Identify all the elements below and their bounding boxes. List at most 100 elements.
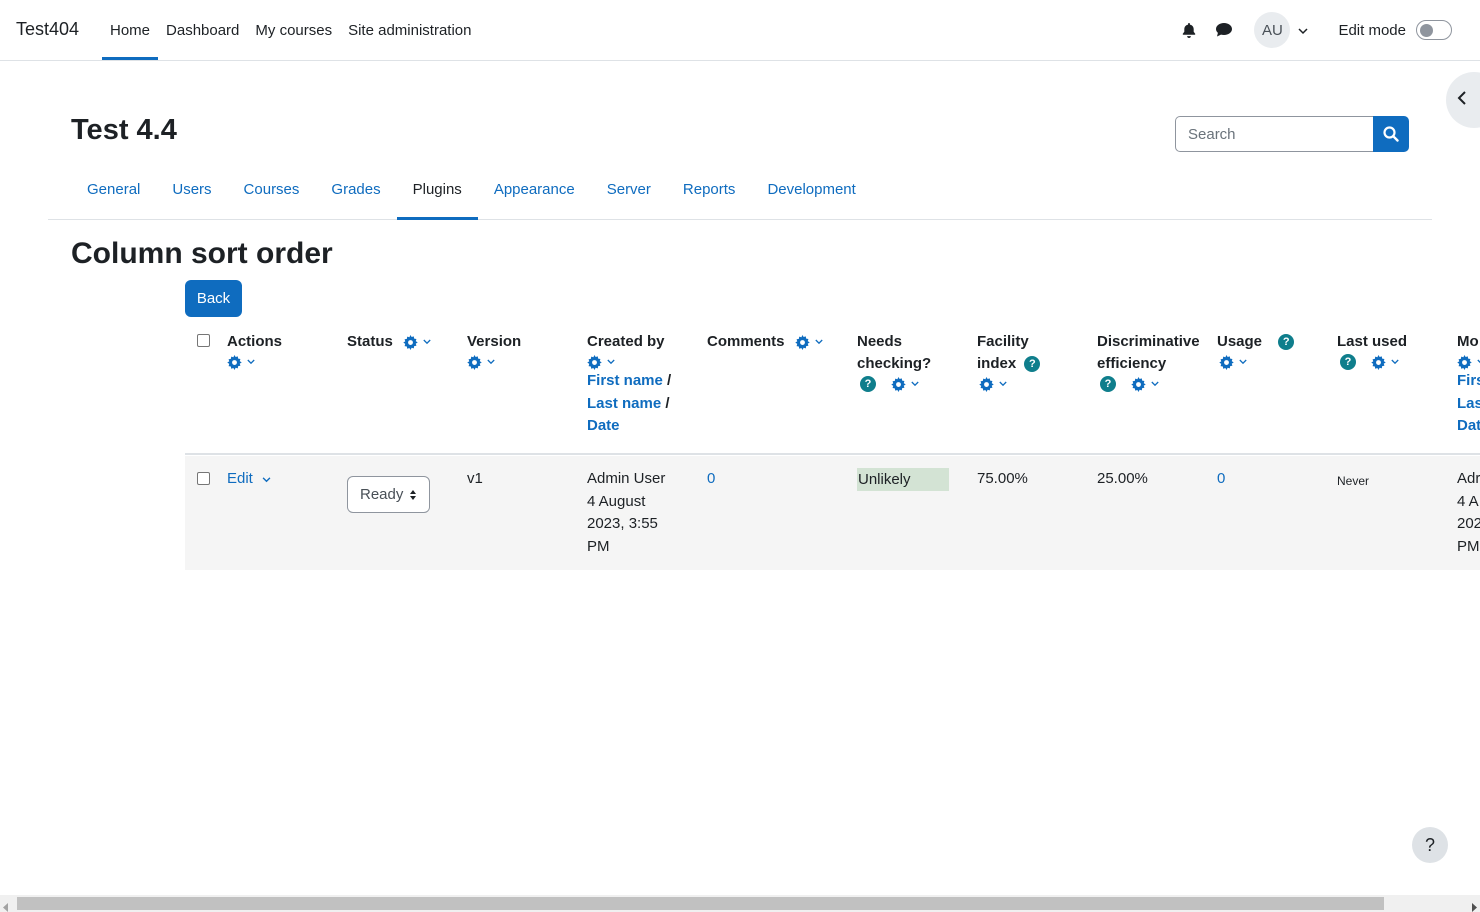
- last-used-header-label: Last used: [1337, 333, 1408, 350]
- th-actions: Actions: [227, 331, 282, 370]
- help-button[interactable]: ?: [1412, 827, 1448, 863]
- modified-sort-first-name-link[interactable]: Firs: [1457, 372, 1480, 389]
- horizontal-scrollbar[interactable]: [0, 895, 1480, 912]
- tab-general[interactable]: General: [71, 160, 156, 219]
- secondary-nav: General Users Courses Grades Plugins App…: [48, 160, 1432, 220]
- usage-help-icon[interactable]: ?: [1278, 334, 1295, 351]
- edit-chevron-down-icon: [262, 470, 271, 487]
- th-facility-index: Facility index ?: [977, 331, 1041, 392]
- tab-reports[interactable]: Reports: [667, 160, 752, 219]
- last-used-column-gear-icon[interactable]: [1371, 354, 1399, 370]
- facility-header-label-1: Facility: [977, 333, 1029, 350]
- last-used-cell: Never: [1337, 474, 1370, 488]
- modified-sort-last-name-link[interactable]: Las: [1457, 395, 1480, 412]
- usage-cell: 0: [1217, 468, 1225, 491]
- usage-header-label: Usage: [1217, 333, 1263, 350]
- created-date-line-2: 2023, 3:55: [587, 515, 658, 532]
- site-brand[interactable]: Test404: [16, 19, 79, 40]
- nav-my-courses[interactable]: My courses: [247, 0, 340, 60]
- status-select[interactable]: Ready: [347, 476, 430, 513]
- question-bank-table: Actions Status Version Created by First …: [185, 318, 1480, 570]
- created-by-name: Admin User: [587, 470, 666, 487]
- tab-appearance[interactable]: Appearance: [478, 160, 591, 219]
- facility-index-help-icon[interactable]: ?: [1024, 356, 1041, 373]
- nav-home[interactable]: Home: [102, 0, 159, 60]
- edit-mode-toggle[interactable]: [1416, 20, 1452, 40]
- modified-column-gear-icon[interactable]: [1457, 354, 1480, 370]
- page-heading: Column sort order: [71, 237, 333, 270]
- tab-plugins[interactable]: Plugins: [396, 160, 479, 220]
- status-header-label: Status: [347, 333, 393, 350]
- last-used-help-icon[interactable]: ?: [1340, 354, 1356, 371]
- th-discriminative-efficiency: Discriminative efficiency ?: [1097, 331, 1200, 393]
- scroll-right-arrow-icon[interactable]: [1471, 899, 1477, 912]
- comments-cell: 0: [707, 468, 715, 491]
- th-modified-by: Mo Firs Las Dat: [1457, 331, 1480, 438]
- sort-first-name-link[interactable]: First name: [587, 372, 663, 389]
- needs-checking-help-icon[interactable]: ?: [860, 376, 876, 393]
- modified-sort-date-link[interactable]: Dat: [1457, 417, 1480, 434]
- comments-column-gear-icon[interactable]: [794, 334, 823, 350]
- created-by-header-label: Created by: [587, 333, 665, 350]
- version-column-gear-icon[interactable]: [467, 354, 495, 370]
- open-block-drawer-button[interactable]: [1446, 72, 1480, 128]
- th-last-used: Last used ?: [1337, 331, 1408, 371]
- th-needs-checking: Needs checking? ?: [857, 331, 931, 393]
- comments-count-link[interactable]: 0: [707, 470, 715, 487]
- status-select-value: Ready: [360, 486, 404, 503]
- messages-chat-icon[interactable]: [1213, 19, 1235, 41]
- edit-mode-label: Edit mode: [1338, 21, 1406, 39]
- th-version: Version: [467, 331, 521, 370]
- usage-column-gear-icon[interactable]: [1219, 354, 1247, 370]
- tab-server[interactable]: Server: [591, 160, 667, 219]
- row-select-checkbox[interactable]: [197, 472, 210, 485]
- version-cell: v1: [467, 470, 483, 487]
- user-menu-chevron-down-icon[interactable]: [1298, 22, 1308, 39]
- tab-grades[interactable]: Grades: [315, 160, 396, 219]
- th-comments: Comments: [707, 331, 823, 353]
- toggle-knob: [1420, 23, 1433, 37]
- select-all-checkbox[interactable]: [197, 334, 210, 347]
- usage-count-link[interactable]: 0: [1217, 470, 1225, 487]
- modified-line-3: 202: [1457, 515, 1480, 532]
- discriminative-efficiency-help-icon[interactable]: ?: [1100, 376, 1116, 393]
- facility-header-label-2: index: [977, 355, 1017, 372]
- scroll-left-arrow-icon[interactable]: [3, 899, 9, 912]
- back-button[interactable]: Back: [185, 280, 242, 317]
- modified-line-4: PM: [1457, 537, 1480, 555]
- created-by-column-gear-icon[interactable]: [587, 354, 615, 370]
- needs-checking-header-label-1: Needs: [857, 333, 903, 350]
- chevron-left-icon: [1457, 91, 1467, 109]
- comments-header-label: Comments: [707, 333, 785, 350]
- primary-nav: Home Dashboard My courses Site administr…: [102, 0, 480, 60]
- nav-dashboard[interactable]: Dashboard: [158, 0, 247, 60]
- sort-last-name-link[interactable]: Last name: [587, 395, 661, 412]
- search-input[interactable]: [1175, 116, 1373, 152]
- tab-development[interactable]: Development: [751, 160, 871, 219]
- created-by-cell: Admin User 4 August 2023, 3:55 PM: [587, 468, 665, 558]
- sort-date-link[interactable]: Date: [587, 417, 620, 434]
- notifications-bell-icon[interactable]: [1178, 19, 1200, 41]
- search-form: [1175, 116, 1409, 152]
- actions-column-gear-icon[interactable]: [227, 354, 255, 370]
- status-column-gear-icon[interactable]: [403, 334, 431, 350]
- search-button[interactable]: [1373, 116, 1409, 152]
- top-navbar: Test404 Home Dashboard My courses Site a…: [0, 0, 1480, 61]
- nav-site-administration[interactable]: Site administration: [340, 0, 479, 60]
- user-avatar[interactable]: AU: [1254, 12, 1291, 48]
- discrim-header-label-2: efficiency: [1097, 355, 1167, 372]
- tab-users[interactable]: Users: [156, 160, 227, 219]
- th-status: Status: [347, 331, 431, 353]
- actions-header-label: Actions: [227, 333, 283, 350]
- version-header-label: Version: [467, 333, 522, 350]
- edit-menu-link[interactable]: Edit: [227, 470, 253, 487]
- modified-header-label: Mo: [1457, 333, 1479, 350]
- row-edit-menu[interactable]: Edit: [227, 468, 271, 491]
- discrim-header-label-1: Discriminative: [1097, 333, 1200, 350]
- modified-by-cell: Adr 4 A 202 PM: [1457, 468, 1480, 558]
- needs-checking-column-gear-icon[interactable]: [891, 376, 919, 392]
- discriminative-efficiency-column-gear-icon[interactable]: [1131, 376, 1159, 392]
- scrollbar-thumb[interactable]: [17, 897, 1384, 910]
- tab-courses[interactable]: Courses: [228, 160, 316, 219]
- facility-index-column-gear-icon[interactable]: [979, 376, 1007, 392]
